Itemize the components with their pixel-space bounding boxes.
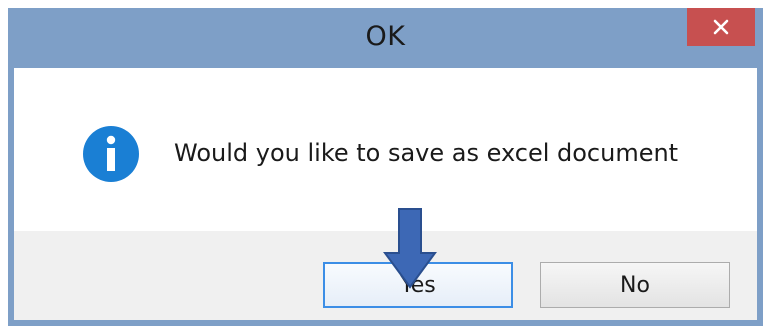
- title-bar[interactable]: OK: [8, 8, 763, 66]
- no-button[interactable]: No: [540, 262, 730, 308]
- arrow-down-icon: [383, 208, 437, 289]
- close-icon: [713, 19, 729, 35]
- info-icon: [83, 126, 139, 182]
- close-button[interactable]: [687, 8, 755, 46]
- screen: OK Would you like to save as excel docum…: [0, 0, 776, 331]
- window-title: OK: [365, 21, 406, 52]
- message-text: Would you like to save as excel document: [174, 139, 679, 167]
